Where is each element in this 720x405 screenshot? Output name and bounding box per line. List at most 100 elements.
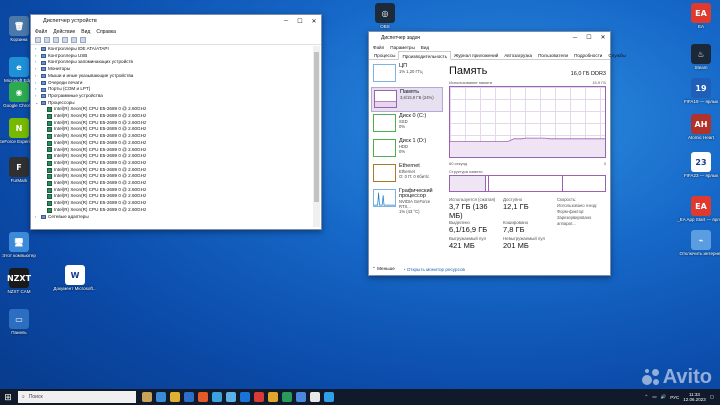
desktop-icon[interactable]: ▭ Панель	[2, 309, 36, 335]
tree-category[interactable]: ⌄ Процессоры	[35, 100, 311, 107]
taskbar-app-icon[interactable]	[184, 392, 194, 402]
menu-file[interactable]: Файл	[35, 29, 47, 35]
tree-category[interactable]: › Контроллеры запоминающих устройств	[35, 59, 311, 66]
clock[interactable]: 11:33 12.06.2023	[683, 392, 706, 402]
title-bar[interactable]: Диспетчер устройств ─ ☐ ✕	[31, 15, 321, 27]
desktop-icon[interactable]: EA EA	[684, 3, 718, 29]
taskbar-app-icon[interactable]	[296, 392, 306, 402]
close-icon[interactable]: ✕	[307, 18, 321, 25]
input-language[interactable]: РУС	[670, 395, 679, 400]
tab[interactable]: Процессы	[371, 51, 398, 59]
processor-item[interactable]: Intel(R) Xeon(R) CPU E5-2689 0 @ 2.60GHz	[35, 187, 311, 194]
processor-item[interactable]: Intel(R) Xeon(R) CPU E5-2689 0 @ 2.60GHz	[35, 126, 311, 133]
menu-view[interactable]: Вид	[421, 45, 429, 50]
open-resource-monitor-link[interactable]: ◔ Открыть монитор ресурсов	[403, 267, 465, 272]
perf-sidebar-item[interactable]: Графический процессор NVIDIA GeForce RTX.…	[371, 187, 443, 214]
tree-category[interactable]: › Очереди печати	[35, 80, 311, 87]
tab[interactable]: Службы	[605, 51, 628, 59]
perf-sidebar-item[interactable]: Память 3,6/15,9 ГБ (24%)	[371, 87, 443, 112]
properties-icon[interactable]	[53, 37, 59, 43]
start-button[interactable]: ⊞	[0, 389, 16, 405]
menu-action[interactable]: Действие	[53, 29, 75, 35]
minimize-icon[interactable]: ─	[279, 18, 293, 24]
desktop-icon[interactable]: W Документ Microsoft...	[53, 265, 97, 291]
taskbar-app-icon[interactable]	[142, 392, 152, 402]
menu-view[interactable]: Вид	[81, 29, 90, 35]
tree-category[interactable]: › Контроллеры IDE ATA/ATAPI	[35, 46, 311, 53]
processor-item[interactable]: Intel(R) Xeon(R) CPU E5-2689 0 @ 2.60GHz	[35, 173, 311, 180]
desktop-icon[interactable]: 23 FIFA23 — ярлык	[684, 152, 718, 178]
network-icon[interactable]: ▭	[652, 394, 656, 400]
taskbar-app-icon[interactable]	[212, 392, 222, 402]
desktop-icon[interactable]: 🖥 Этот компьютер	[2, 232, 36, 258]
menu-options[interactable]: Параметры	[390, 45, 415, 50]
perf-sidebar-item[interactable]: ЦП 1% 1,20 ГГц	[371, 62, 443, 87]
taskbar-app-icon[interactable]	[282, 392, 292, 402]
taskbar-app-icon[interactable]	[268, 392, 278, 402]
minimize-icon[interactable]: ─	[568, 35, 582, 41]
processor-item[interactable]: Intel(R) Xeon(R) CPU E5-2689 0 @ 2.60GHz	[35, 193, 311, 200]
menu-help[interactable]: Справка	[96, 29, 116, 35]
perf-sidebar-item[interactable]: Диск 0 (C:) SSD 0%	[371, 112, 443, 137]
taskbar-app-icon[interactable]	[156, 392, 166, 402]
processor-item[interactable]: Intel(R) Xeon(R) CPU E5-2689 0 @ 2.60GHz	[35, 200, 311, 207]
desktop-icon[interactable]: 19 FIFA19 — ярлык	[684, 78, 718, 104]
maximize-icon[interactable]: ☐	[582, 34, 596, 41]
taskbar-search[interactable]: ⌕ Поиск	[18, 391, 136, 403]
taskbar-app-icon[interactable]	[310, 392, 320, 402]
desktop-icon[interactable]: NZXT NZXT CAM	[2, 268, 36, 294]
update-driver-icon[interactable]	[71, 37, 77, 43]
tree-category[interactable]: › Мыши и иные указывающие устройства	[35, 73, 311, 80]
processor-item[interactable]: Intel(R) Xeon(R) CPU E5-2689 0 @ 2.60GHz	[35, 133, 311, 140]
fewer-details-button[interactable]: ⌃ Меньше	[372, 266, 395, 272]
processor-item[interactable]: Intel(R) Xeon(R) CPU E5-2689 0 @ 2.60GHz	[35, 113, 311, 120]
maximize-icon[interactable]: ☐	[293, 18, 307, 25]
back-icon[interactable]	[35, 37, 41, 43]
processor-item[interactable]: Intel(R) Xeon(R) CPU E5-2689 0 @ 2.60GHz	[35, 140, 311, 147]
taskbar-app-icon[interactable]	[170, 392, 180, 402]
vertical-scrollbar[interactable]	[313, 46, 320, 227]
device-manager-window[interactable]: Диспетчер устройств ─ ☐ ✕ Файл Действие …	[30, 14, 322, 230]
desktop-icon[interactable]: ⌁ Отключить интернет	[680, 230, 720, 256]
processor-item[interactable]: Intel(R) Xeon(R) CPU E5-2689 0 @ 2.60GHz	[35, 207, 311, 214]
tree-category[interactable]: › Порты (COM и LPT)	[35, 86, 311, 93]
tree-category[interactable]: › Сетевые адаптеры	[35, 214, 311, 221]
processor-item[interactable]: Intel(R) Xeon(R) CPU E5-2689 0 @ 2.60GHz	[35, 120, 311, 127]
desktop-icon[interactable]: AH Atomic Heart	[684, 114, 718, 140]
title-bar[interactable]: Диспетчер задач ─ ☐ ✕	[369, 32, 610, 43]
taskbar-app-icon[interactable]	[226, 392, 236, 402]
desktop-icon[interactable]: ♨ Steam	[684, 44, 718, 70]
tree-category[interactable]: › Мониторы	[35, 66, 311, 73]
tab[interactable]: Производительность	[398, 51, 452, 60]
desktop-icon[interactable]: EA_EA App Start — ярлык	[677, 196, 720, 222]
desktop-icon[interactable]: ◎ OBS	[368, 3, 402, 29]
forward-icon[interactable]	[44, 37, 50, 43]
processor-item[interactable]: Intel(R) Xeon(R) CPU E5-2689 0 @ 2.60GHz	[35, 180, 311, 187]
scroll-thumb[interactable]	[314, 52, 319, 202]
processor-item[interactable]: Intel(R) Xeon(R) CPU E5-2689 0 @ 2.60GHz	[35, 147, 311, 154]
processor-item[interactable]: Intel(R) Xeon(R) CPU E5-2689 0 @ 2.60GHz	[35, 167, 311, 174]
volume-icon[interactable]: 🔊	[661, 394, 667, 400]
processor-item[interactable]: Intel(R) Xeon(R) CPU E5-2689 0 @ 2.60GHz	[35, 106, 311, 113]
taskbar-app-icon[interactable]	[324, 392, 334, 402]
tab[interactable]: Пользователи	[535, 51, 571, 59]
perf-sidebar-item[interactable]: Ethernet Ethernet О: 0 П: 0 Кбит/с	[371, 162, 443, 187]
tab[interactable]: Подробности	[571, 51, 605, 59]
help-icon[interactable]	[62, 37, 68, 43]
taskbar-app-icon[interactable]	[240, 392, 250, 402]
processor-item[interactable]: Intel(R) Xeon(R) CPU E5-2689 0 @ 2.60GHz	[35, 160, 311, 167]
taskbar-app-icon[interactable]	[254, 392, 264, 402]
close-icon[interactable]: ✕	[596, 34, 610, 41]
tray-chevron-icon[interactable]: ⌃	[645, 394, 649, 400]
menu-file[interactable]: Файл	[373, 45, 384, 50]
tab[interactable]: Журнал приложений	[451, 51, 501, 59]
tree-category[interactable]: › Программные устройства	[35, 93, 311, 100]
tab[interactable]: Автозагрузка	[501, 51, 535, 59]
task-manager-window[interactable]: Диспетчер задач ─ ☐ ✕ Файл Параметры Вид…	[368, 31, 626, 276]
perf-sidebar-item[interactable]: Диск 1 (D:) HDD 0%	[371, 137, 443, 162]
notifications-icon[interactable]: ▢	[710, 394, 714, 400]
processor-label: Intel(R) Xeon(R) CPU E5-2689 0 @ 2.60GHz	[54, 173, 147, 179]
processor-item[interactable]: Intel(R) Xeon(R) CPU E5-2689 0 @ 2.60GHz	[35, 153, 311, 160]
taskbar-app-icon[interactable]	[198, 392, 208, 402]
scan-hardware-icon[interactable]	[80, 37, 86, 43]
